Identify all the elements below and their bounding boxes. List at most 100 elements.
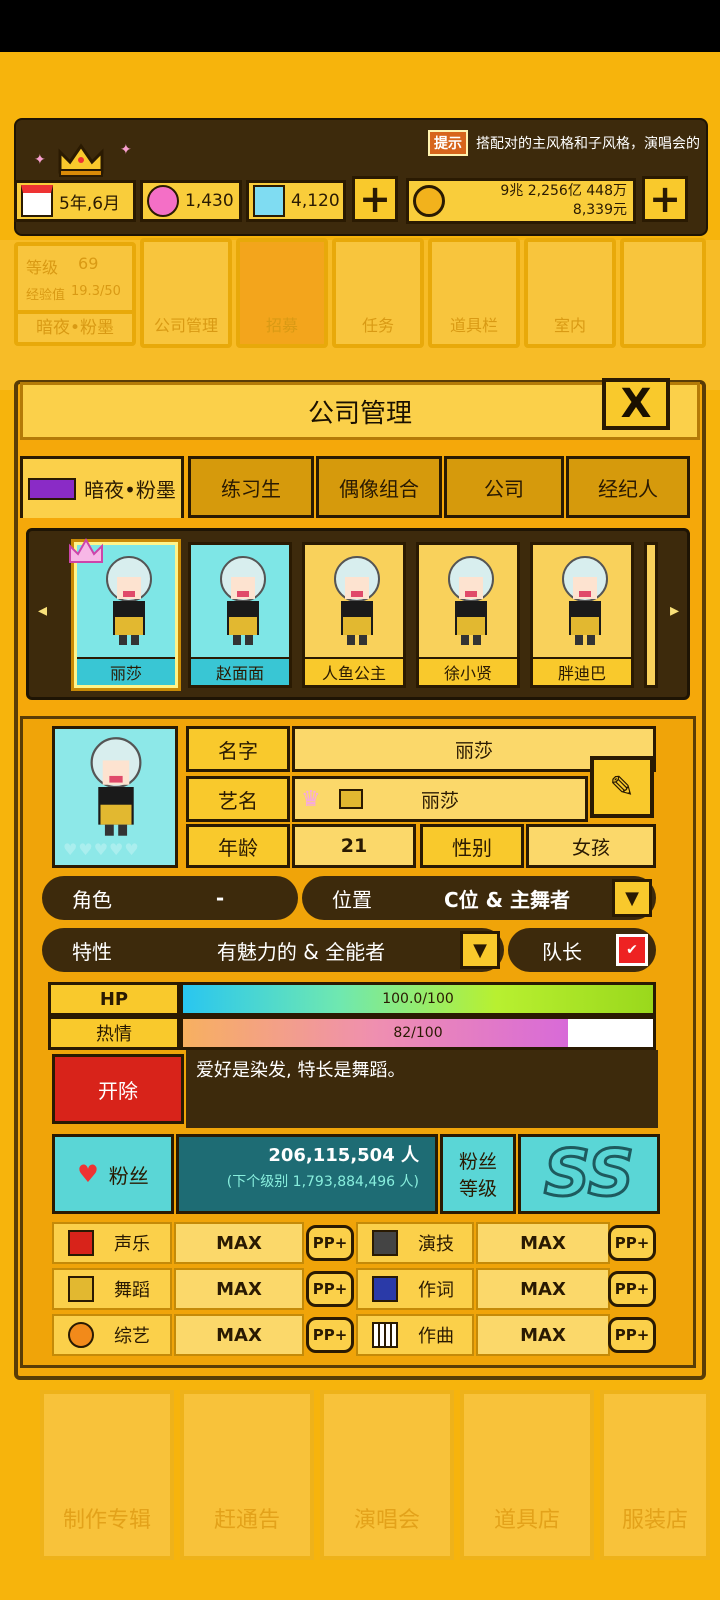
- position-label: 位置: [332, 887, 372, 912]
- member-name: 赵面面: [191, 657, 289, 685]
- hp-label: HP: [48, 982, 180, 1016]
- position-dropdown-button[interactable]: ▼: [612, 879, 652, 917]
- add-gems-button[interactable]: +: [352, 176, 398, 222]
- member-card[interactable]: 人鱼公主: [302, 542, 406, 688]
- boot-icon: [68, 1276, 94, 1302]
- idol-sprite-icon: [562, 556, 608, 645]
- member-card[interactable]: 赵面面: [188, 542, 292, 688]
- fans-label-box: ♥ 粉丝: [52, 1134, 174, 1214]
- stage-name-label: 艺名: [186, 776, 290, 822]
- hp-bar-row: HP 100.0/100: [48, 982, 656, 1016]
- age-label: 年龄: [186, 824, 290, 868]
- trait-dropdown-button[interactable]: ▼: [460, 931, 500, 969]
- skill-acting: 演技: [356, 1222, 474, 1264]
- leader-checkbox[interactable]: ✔: [616, 934, 648, 966]
- crown-icon: ♛: [301, 787, 321, 812]
- heart-icon: ♥: [77, 1160, 99, 1188]
- gender-value: 女孩: [526, 824, 656, 868]
- trait-pill: 特性 有魅力的 & 全能者 ▼: [42, 928, 504, 972]
- trait-label: 特性: [72, 939, 112, 964]
- coin-icon: [413, 185, 445, 217]
- menu-mail-icon: [620, 238, 706, 348]
- skill-variety: 综艺: [52, 1314, 172, 1356]
- skill-name: 作曲: [418, 1326, 454, 1347]
- pp-plus-button[interactable]: PP+: [608, 1225, 656, 1261]
- blue-gem-counter: 4,120: [246, 180, 346, 222]
- exp-value: 19.3/50: [71, 284, 121, 299]
- hp-bar: 100.0/100: [180, 982, 656, 1016]
- tab-company[interactable]: 公司: [444, 456, 564, 518]
- fans-count: 206,115,504 人: [268, 1145, 419, 1166]
- idol-sprite-icon: [106, 556, 152, 645]
- member-portrait: ♥♥♥♥♥: [52, 726, 178, 868]
- close-button[interactable]: X: [602, 378, 670, 430]
- skill-name: 舞蹈: [114, 1280, 150, 1301]
- pink-gem-counter: 1,430: [140, 180, 242, 222]
- skill-dance: 舞蹈: [52, 1268, 172, 1310]
- member-description: 爱好是染发, 特长是舞蹈。: [186, 1050, 658, 1128]
- money-line-1: 9兆 2,256亿 448万: [500, 183, 627, 199]
- add-money-button[interactable]: +: [642, 176, 688, 222]
- skill-value: MAX: [174, 1222, 304, 1264]
- tab-group[interactable]: 暗夜•粉墨: [20, 456, 184, 518]
- member-card[interactable]: 徐小贤: [416, 542, 520, 688]
- pp-plus-button[interactable]: PP+: [306, 1225, 354, 1261]
- tab-manager[interactable]: 经纪人: [566, 456, 690, 518]
- level-label: 等级: [26, 258, 59, 277]
- menu-company-management: 公司管理: [140, 238, 232, 348]
- pen-icon: [372, 1276, 398, 1302]
- skill-name: 作词: [418, 1280, 454, 1301]
- date-display: 5年,6月: [14, 180, 136, 222]
- hint-tag: 提示: [428, 130, 468, 156]
- fans-label: 粉丝: [108, 1163, 149, 1188]
- skill-value: MAX: [476, 1222, 610, 1264]
- money-display: 9兆 2,256亿 448万 8,339元: [406, 178, 636, 224]
- pp-plus-button[interactable]: PP+: [608, 1271, 656, 1307]
- menu-clothing-shop: 服装店: [600, 1390, 710, 1560]
- leader-pill: 队长 ✔: [508, 928, 656, 972]
- fans-count-box: 206,115,504 人 (下个级别 1,793,884,496 人): [176, 1134, 438, 1214]
- carousel-left-arrow[interactable]: ◂: [38, 600, 47, 621]
- skill-name: 演技: [418, 1234, 454, 1255]
- pp-plus-button[interactable]: PP+: [608, 1317, 656, 1353]
- passion-text: 82/100: [393, 1025, 443, 1041]
- member-card[interactable]: 胖迪巴: [530, 542, 634, 688]
- sparkle-icon: ✦: [34, 152, 46, 168]
- exp-label: 经验值: [26, 288, 66, 303]
- fan-level-label-1: 粉丝: [458, 1151, 497, 1173]
- menu-tasks: 任务: [332, 238, 424, 348]
- edit-name-button[interactable]: ✎: [590, 756, 654, 818]
- skill-value: MAX: [174, 1314, 304, 1356]
- status-bar: [0, 0, 720, 52]
- pp-plus-button[interactable]: PP+: [306, 1271, 354, 1307]
- pp-plus-button[interactable]: PP+: [306, 1317, 354, 1353]
- fan-level-label-box: 粉丝 等级: [440, 1134, 516, 1214]
- tab-idol-group[interactable]: 偶像组合: [316, 456, 442, 518]
- skill-vocal: 声乐: [52, 1222, 172, 1264]
- menu-produce-album: 制作专辑: [40, 1390, 174, 1560]
- variety-icon: [68, 1322, 94, 1348]
- carousel-right-arrow[interactable]: ▸: [670, 600, 679, 621]
- piano-keys-icon: [372, 1322, 398, 1348]
- role-label: 角色: [72, 887, 112, 912]
- fan-level-label-2: 等级: [458, 1178, 497, 1200]
- name-label: 名字: [186, 726, 290, 772]
- idol-sprite-icon: [448, 556, 494, 645]
- menu-concert: 演唱会: [320, 1390, 454, 1560]
- fire-button[interactable]: 开除: [52, 1054, 184, 1124]
- hint-text: 搭配对的主风格和子风格，演唱会的: [476, 136, 700, 152]
- pencil-icon: ✎: [609, 769, 635, 805]
- position-value: C位 & 主舞者: [443, 887, 571, 912]
- age-value: 21: [292, 824, 416, 868]
- skill-composition: 作曲: [356, 1314, 474, 1356]
- blue-gem-icon: [253, 185, 285, 217]
- leader-label: 队长: [542, 939, 582, 964]
- passion-bar-row: 热情 82/100: [48, 1016, 656, 1050]
- chevron-down-icon: ▼: [625, 887, 639, 909]
- fans-next-level: (下个级别 1,793,884,496 人): [226, 1174, 419, 1190]
- role-pill: 角色 -: [42, 876, 298, 920]
- tab-trainee[interactable]: 练习生: [188, 456, 314, 518]
- trait-value: 有魅力的 & 全能者: [216, 939, 386, 964]
- calendar-icon: [21, 185, 53, 217]
- skill-value: MAX: [476, 1268, 610, 1310]
